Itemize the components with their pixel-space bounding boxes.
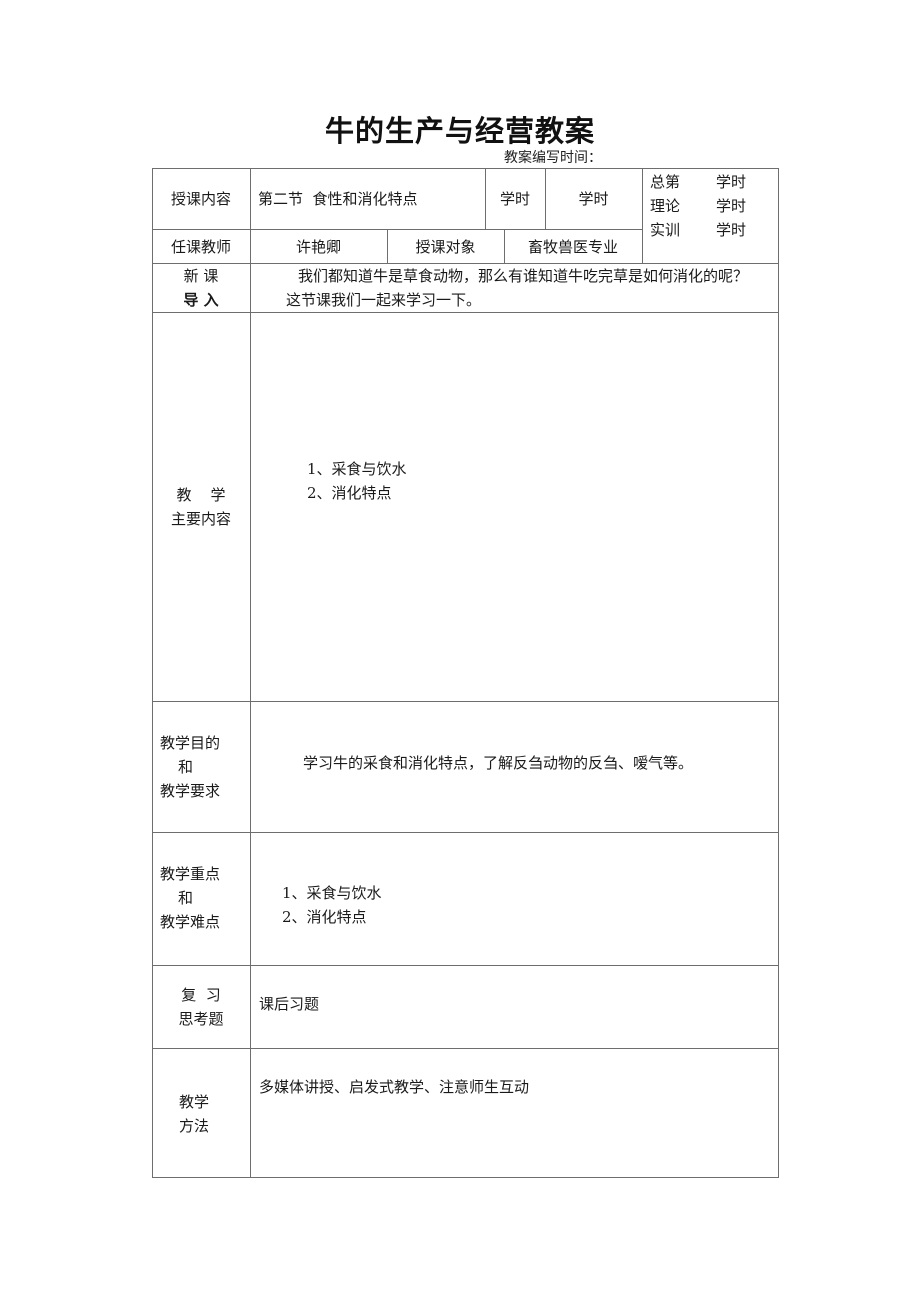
method-text: 多媒体讲授、启发式教学、注意师生互动 xyxy=(259,1078,530,1096)
hours-practice-row: 实训 学时 xyxy=(650,218,775,242)
row-divider xyxy=(152,832,779,833)
main-content-list: 1、采食与饮水 2、消化特点 xyxy=(307,457,407,505)
document-title: 牛的生产与经营教案 xyxy=(324,114,595,148)
intro-text: 我们都知道牛是草食动物，那么有谁知道牛吃完草是如何消化的呢？ 这节课我们一起来学… xyxy=(256,264,781,312)
hours-breakdown: 总第 学时 理论 学时 实训 学时 xyxy=(650,170,775,242)
objectives-text: 学习牛的采食和消化特点，了解反刍动物的反刍、嗳气等。 xyxy=(303,754,694,772)
intro-label: 新 课 导 入 xyxy=(152,264,250,312)
main-content-label-line2: 主要内容 xyxy=(170,510,231,528)
method-label-line1: 教学 xyxy=(178,1093,209,1111)
objectives-label: 教学目的 和 教学要求 xyxy=(160,731,250,803)
course-content-label: 授课内容 xyxy=(170,190,231,208)
hours-practice-name: 实训 xyxy=(650,221,681,239)
key-points-item: 2、消化特点 xyxy=(282,908,367,926)
hours-label-1: 学时 xyxy=(499,190,530,208)
audience-label: 授课对象 xyxy=(415,237,476,256)
hours-total-name: 总第 xyxy=(650,173,681,191)
row-divider xyxy=(152,701,779,702)
row-divider xyxy=(152,1048,779,1049)
review-label-line1: 复 习 xyxy=(181,986,221,1004)
hours-theory-unit: 学时 xyxy=(716,197,747,215)
method-label-line2: 方法 xyxy=(178,1117,209,1135)
column-divider xyxy=(642,168,643,263)
hours-theory-row: 理论 学时 xyxy=(650,194,775,218)
course-content-value: 第二节 食性和消化特点 xyxy=(258,190,418,208)
key-points-label-line1: 教学重点 xyxy=(160,865,221,883)
hours-total-row: 总第 学时 xyxy=(650,170,775,194)
review-label: 复 习 思考题 xyxy=(152,983,250,1031)
teacher-name: 许艳卿 xyxy=(295,237,341,256)
hours-total-unit: 学时 xyxy=(716,173,747,191)
table-border-bottom xyxy=(152,1177,779,1178)
main-content-item: 2、消化特点 xyxy=(307,484,392,502)
audience-value: 畜牧兽医专业 xyxy=(527,237,618,256)
intro-label-line2: 导 入 xyxy=(183,291,219,309)
hours-label-2: 学时 xyxy=(578,190,609,208)
intro-label-line1: 新 课 xyxy=(183,267,219,285)
main-content-label-line1: 教 学 xyxy=(176,486,226,504)
method-label: 教学 方法 xyxy=(152,1090,236,1138)
teacher-label: 任课教师 xyxy=(170,237,231,256)
hours-practice-unit: 学时 xyxy=(716,221,747,239)
objectives-label-line3: 教学要求 xyxy=(160,782,221,800)
intro-text-line2: 这节课我们一起来学习一下。 xyxy=(286,291,482,309)
table-border-right xyxy=(778,168,779,1178)
objectives-label-line2: 和 xyxy=(178,758,194,776)
main-content-label: 教 学 主要内容 xyxy=(152,483,250,531)
key-points-label: 教学重点 和 教学难点 xyxy=(160,862,250,934)
column-divider xyxy=(250,168,251,1178)
row-divider xyxy=(152,312,779,313)
hours-theory-name: 理论 xyxy=(650,197,681,215)
writing-time-label: 教案编写时间： xyxy=(504,150,602,166)
key-points-item: 1、采食与饮水 xyxy=(282,884,382,902)
row-divider xyxy=(152,965,779,966)
objectives-label-line1: 教学目的 xyxy=(160,734,221,752)
key-points-label-line3: 教学难点 xyxy=(160,913,221,931)
key-points-list: 1、采食与饮水 2、消化特点 xyxy=(282,881,382,929)
intro-text-line1: 我们都知道牛是草食动物，那么有谁知道牛吃完草是如何消化的呢？ xyxy=(298,267,749,285)
review-label-line2: 思考题 xyxy=(178,1010,224,1028)
review-text: 课后习题 xyxy=(259,995,320,1013)
key-points-label-line2: 和 xyxy=(178,889,194,907)
main-content-item: 1、采食与饮水 xyxy=(307,460,407,478)
